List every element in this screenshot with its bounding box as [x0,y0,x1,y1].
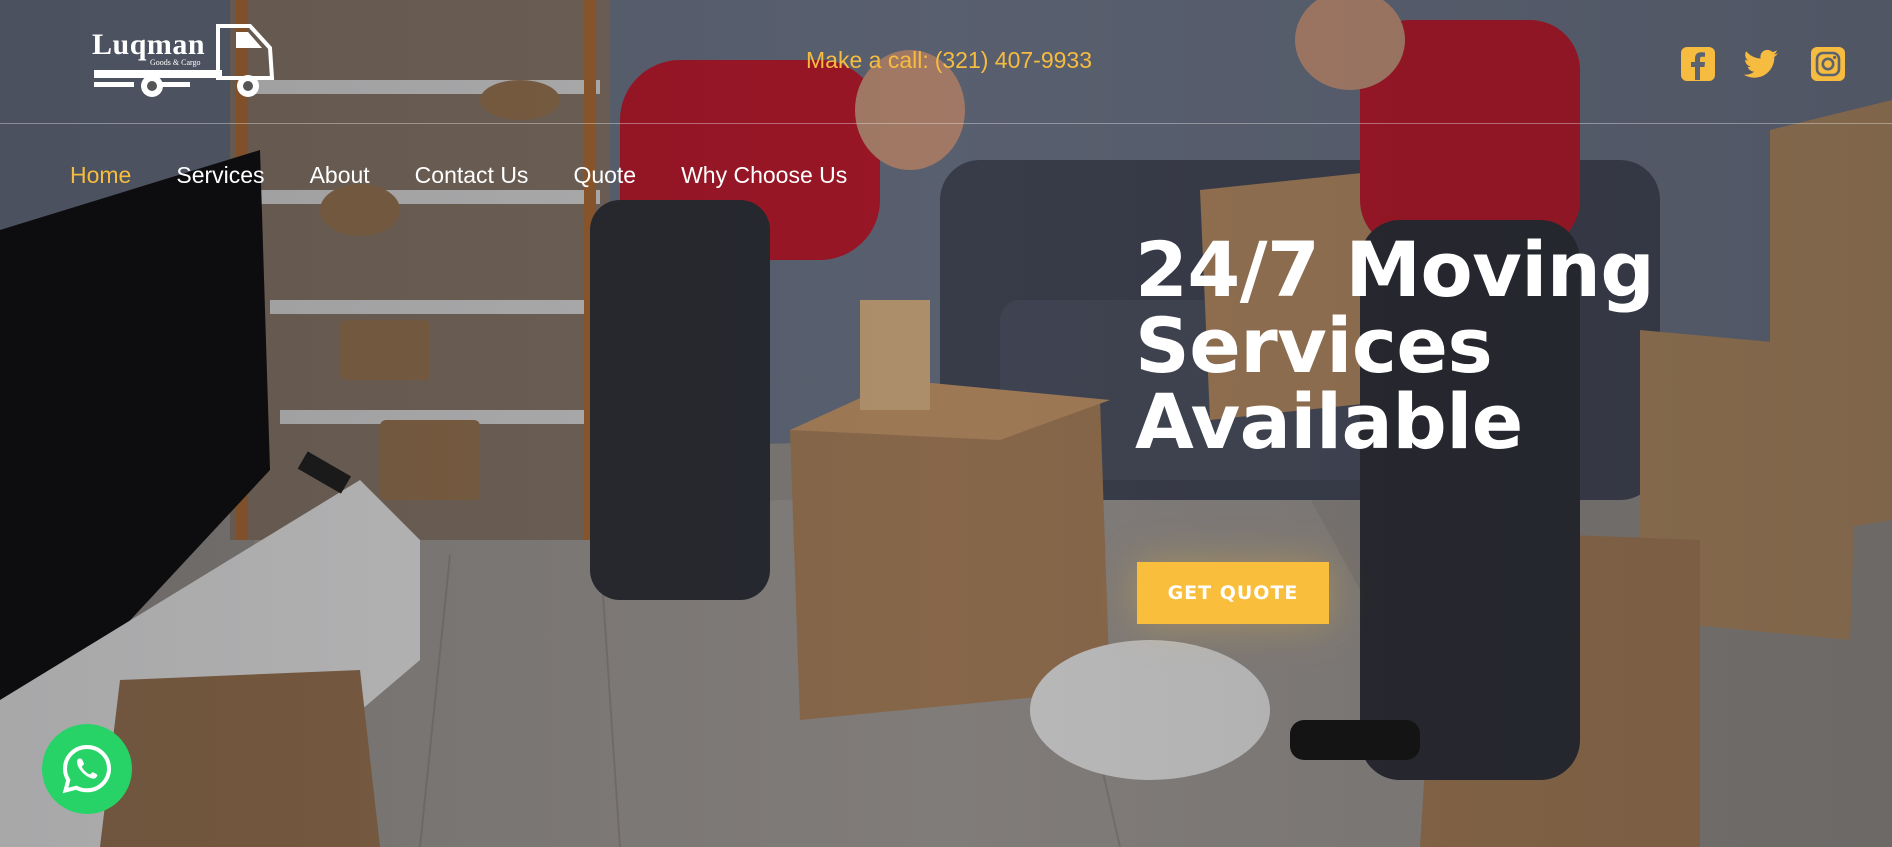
nav-item-about[interactable]: About [310,162,370,189]
facebook-icon[interactable] [1680,46,1716,82]
phone-label: Make a call: [806,47,929,73]
instagram-icon[interactable] [1810,46,1846,82]
headline-line-2: Services [1135,301,1493,390]
nav-item-contact-us[interactable]: Contact Us [415,162,529,189]
nav-item-why-choose-us[interactable]: Why Choose Us [681,162,847,189]
nav-item-services[interactable]: Services [176,162,264,189]
whatsapp-icon [62,744,112,794]
main-nav: Home Services About Contact Us Quote Why… [70,162,892,189]
header-bar: Luqman Goods & Cargo Make a call: (321) 4… [0,0,1892,124]
headline-line-3: Available [1135,377,1523,466]
twitter-icon[interactable] [1743,46,1779,82]
nav-item-quote[interactable]: Quote [573,162,636,189]
nav-item-home[interactable]: Home [70,162,131,189]
get-quote-button[interactable]: GET QUOTE [1137,562,1329,624]
phone-contact[interactable]: Make a call: (321) 407-9933 [806,47,1092,74]
headline-line-1: 24/7 Moving [1135,225,1655,314]
whatsapp-button[interactable] [42,724,132,814]
phone-number[interactable]: (321) 407-9933 [935,47,1092,73]
brand-logo[interactable]: Luqman Goods & Cargo [90,20,276,102]
brand-tagline: Goods & Cargo [150,58,201,67]
hero-headline: 24/7 Moving Services Available [1135,232,1695,460]
brand-name: Luqman [92,28,206,61]
